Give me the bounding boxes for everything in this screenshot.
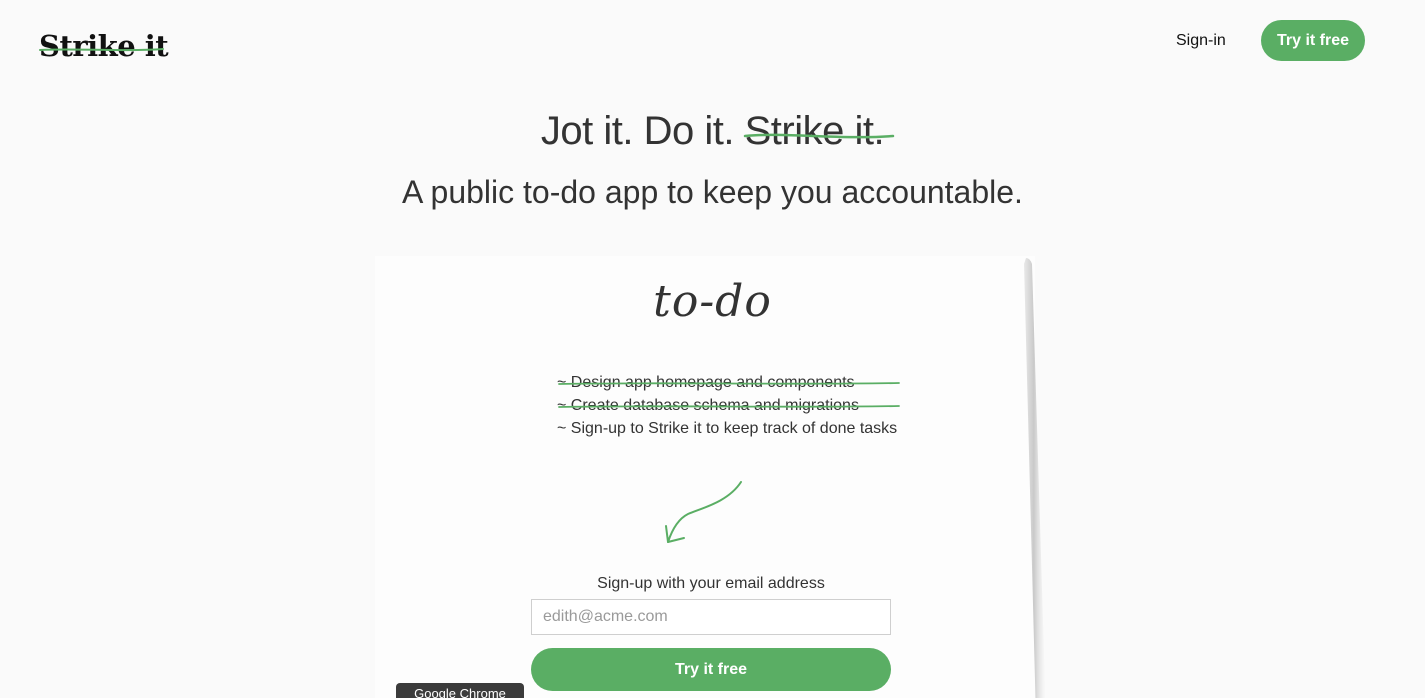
- logo-text: Strike it: [39, 29, 169, 63]
- hero-title-plain: Jot it. Do it.: [540, 109, 735, 153]
- hero-subtitle: A public to-do app to keep you accountab…: [402, 174, 1023, 210]
- todo-list: ~ Design app homepage and components ~ C…: [557, 371, 900, 440]
- hero-title: Jot it. Do it. Strike it.: [0, 106, 1425, 156]
- hero-strike-line: [743, 133, 894, 139]
- signup-try-free-button[interactable]: Try it free: [531, 648, 891, 691]
- todo-title: to-do: [653, 276, 772, 327]
- todo-item-text: ~ Sign-up to Strike it to keep track of …: [557, 420, 898, 437]
- logo-strike-line: [39, 48, 164, 52]
- todo-item: ~ Create database schema and migrations: [557, 394, 900, 417]
- todo-strike-line: [558, 382, 900, 385]
- todo-strike-line: [558, 405, 900, 408]
- todo-item: ~ Design app homepage and components: [557, 371, 900, 394]
- curved-arrow-icon: [665, 481, 742, 543]
- todo-item: ~ Sign-up to Strike it to keep track of …: [557, 417, 897, 440]
- brand-logo[interactable]: Strike it: [39, 26, 169, 66]
- hero-title-struck: Strike it.: [743, 106, 894, 156]
- signup-label: Sign-up with your email address: [597, 575, 825, 592]
- landing-page: Strike it Sign-in Try it free Jot it. Do…: [0, 0, 1425, 698]
- signin-link[interactable]: Sign-in: [1176, 30, 1226, 52]
- email-field[interactable]: [531, 599, 891, 635]
- header-try-free-button[interactable]: Try it free: [1261, 20, 1365, 61]
- chrome-tooltip: Google Chrome: [396, 683, 524, 698]
